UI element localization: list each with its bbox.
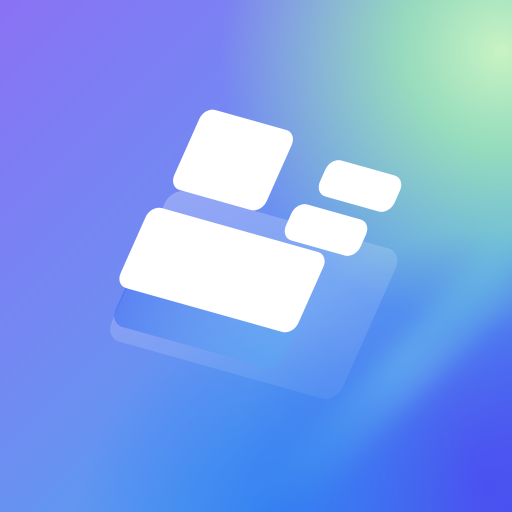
layout-blocks-icon (0, 0, 512, 512)
app-icon (0, 0, 512, 512)
